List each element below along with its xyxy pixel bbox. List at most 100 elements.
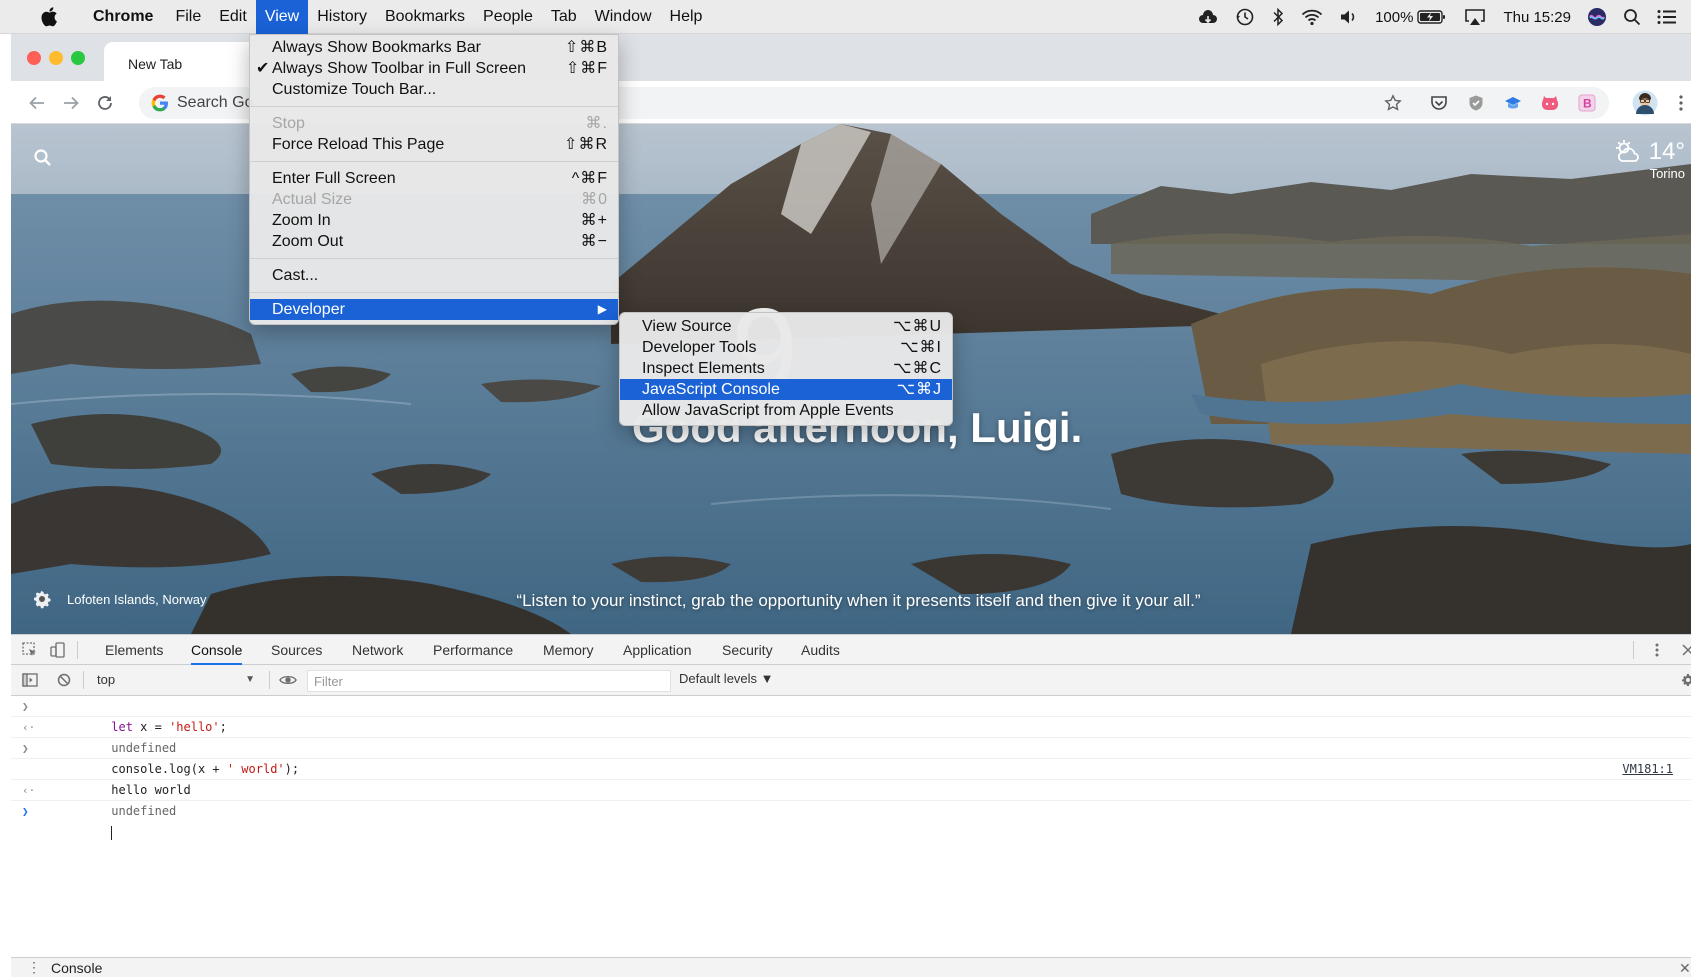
- wifi-icon[interactable]: [1293, 0, 1331, 34]
- profile-avatar-icon[interactable]: [1632, 90, 1658, 116]
- console-output[interactable]: ❯ let x = 'hello'; ‹· undefined ❯ console.l…: [11, 696, 1691, 958]
- device-toolbar-icon[interactable]: [49, 641, 67, 659]
- input-prompt-icon: ❯: [22, 805, 29, 818]
- tab-application[interactable]: Application: [623, 635, 692, 665]
- inspect-element-icon[interactable]: [21, 641, 39, 659]
- clear-console-icon[interactable]: [55, 671, 73, 689]
- menu-item-label: Always Show Bookmarks Bar: [272, 39, 481, 56]
- filter-placeholder: Filter: [314, 674, 343, 689]
- graduation-extension-icon[interactable]: [1503, 93, 1523, 113]
- devtools-close-icon[interactable]: [1679, 641, 1691, 659]
- menu-bookmarks[interactable]: Bookmarks: [376, 0, 474, 34]
- tab-title: New Tab: [128, 56, 183, 72]
- drawer-close-icon[interactable]: ✕: [1679, 960, 1691, 977]
- menu-app-name[interactable]: Chrome: [84, 0, 162, 34]
- tab-security[interactable]: Security: [722, 635, 773, 665]
- tab-elements[interactable]: Elements: [105, 635, 163, 665]
- close-window-button[interactable]: [27, 51, 41, 65]
- console-filter-input[interactable]: Filter: [307, 670, 671, 692]
- menu-item-enter-full-screen[interactable]: Enter Full Screen ^⌘F: [250, 168, 618, 189]
- menu-window[interactable]: Window: [586, 0, 661, 34]
- tab-audits[interactable]: Audits: [801, 635, 840, 665]
- google-g-icon: [151, 94, 168, 112]
- search-icon[interactable]: [33, 148, 55, 170]
- console-settings-gear-icon[interactable]: [1679, 671, 1691, 689]
- menu-item-always-show-bookmarks-bar[interactable]: Always Show Bookmarks Bar ⇧⌘B: [250, 37, 618, 58]
- cloud-sync-icon[interactable]: [1189, 0, 1227, 34]
- tab-network[interactable]: Network: [352, 635, 403, 665]
- context-selector[interactable]: top ▼: [91, 670, 261, 690]
- spotlight-search-icon[interactable]: [1615, 0, 1649, 34]
- b-extension-icon[interactable]: B: [1577, 93, 1597, 113]
- text-caret: [111, 825, 113, 840]
- menu-item-inspect-elements[interactable]: Inspect Elements ⌥⌘C: [620, 358, 952, 379]
- menu-item-force-reload[interactable]: Force Reload This Page ⇧⌘R: [250, 134, 618, 155]
- apple-icon[interactable]: [36, 5, 62, 29]
- menu-file[interactable]: File: [166, 0, 210, 34]
- devtools-more-icon[interactable]: [1648, 641, 1666, 659]
- octocat-extension-icon[interactable]: [1540, 93, 1560, 113]
- arrow-right-icon: [64, 96, 79, 110]
- battery-status[interactable]: 100%: [1367, 0, 1455, 34]
- time-machine-icon[interactable]: [1227, 0, 1263, 34]
- log-source-link[interactable]: VM181:1: [1622, 759, 1673, 780]
- reload-button[interactable]: [93, 91, 117, 115]
- menu-item-javascript-console[interactable]: JavaScript Console ⌥⌘J: [620, 379, 952, 400]
- daily-quote: “Listen to your instinct, grab the oppor…: [516, 591, 1201, 610]
- chrome-menu-icon[interactable]: [1671, 93, 1691, 113]
- back-button[interactable]: [25, 91, 49, 115]
- console-prompt-line[interactable]: ❯: [11, 801, 1691, 840]
- tab-performance[interactable]: Performance: [433, 635, 513, 665]
- menu-item-label: Developer: [272, 301, 345, 318]
- devtools-panel: Elements Console Sources Network Perform…: [11, 634, 1691, 977]
- menubar-clock[interactable]: Thu 15:29: [1495, 0, 1579, 34]
- bookmark-star-icon[interactable]: [1383, 93, 1403, 113]
- tab-memory[interactable]: Memory: [543, 635, 594, 665]
- menu-item-developer[interactable]: Developer ▶: [250, 299, 618, 320]
- tab-sources[interactable]: Sources: [271, 635, 322, 665]
- live-expression-eye-icon[interactable]: [279, 671, 297, 689]
- shield-extension-icon[interactable]: [1466, 93, 1486, 113]
- menu-item-zoom-out[interactable]: Zoom Out ⌘−: [250, 231, 618, 252]
- notification-center-icon[interactable]: [1649, 0, 1691, 34]
- toolbar-divider-right: [1633, 641, 1634, 659]
- menu-people[interactable]: People: [474, 0, 542, 34]
- weather-widget[interactable]: 14° Torino: [1613, 138, 1685, 181]
- bluetooth-icon[interactable]: [1263, 0, 1293, 34]
- input-prompt-icon: ❯: [22, 742, 29, 755]
- submenu-arrow-icon: ▶: [597, 302, 608, 316]
- pocket-extension-icon[interactable]: [1429, 93, 1449, 113]
- menu-item-always-show-toolbar[interactable]: ✔ Always Show Toolbar in Full Screen ⇧⌘F: [250, 58, 618, 79]
- menu-tab[interactable]: Tab: [542, 0, 586, 34]
- menu-item-developer-tools[interactable]: Developer Tools ⌥⌘I: [620, 337, 952, 358]
- minimize-window-button[interactable]: [49, 51, 63, 65]
- menu-item-shortcut: ⇧⌘B: [564, 39, 608, 56]
- airplay-icon[interactable]: [1455, 0, 1495, 34]
- checkmark-icon: ✔: [256, 60, 270, 77]
- menu-view[interactable]: View: [255, 0, 309, 34]
- drawer-more-icon[interactable]: ⋮: [27, 959, 41, 976]
- menu-item-allow-javascript-apple-events[interactable]: Allow JavaScript from Apple Events: [620, 400, 952, 421]
- menu-item-shortcut: ⌥⌘C: [893, 360, 942, 377]
- console-filter-bar: top ▼ Filter Default levels ▼: [11, 665, 1691, 696]
- weather-city: Torino: [1649, 166, 1685, 181]
- tab-console[interactable]: Console: [191, 635, 243, 665]
- menu-history[interactable]: History: [308, 0, 376, 34]
- console-result-line: ‹· undefined: [11, 717, 1691, 755]
- menu-item-customize-touch-bar[interactable]: Customize Touch Bar...: [250, 79, 618, 100]
- menu-help[interactable]: Help: [661, 0, 712, 34]
- zoom-window-button[interactable]: [71, 51, 85, 65]
- menu-item-zoom-in[interactable]: Zoom In ⌘+: [250, 210, 618, 231]
- siri-icon[interactable]: [1579, 0, 1615, 34]
- menu-item-cast[interactable]: Cast...: [250, 265, 618, 286]
- drawer-tab-console[interactable]: Console: [51, 960, 102, 976]
- menu-edit[interactable]: Edit: [210, 0, 256, 34]
- menu-item-actual-size: Actual Size ⌘0: [250, 189, 618, 210]
- volume-icon[interactable]: [1331, 0, 1367, 34]
- menu-item-shortcut: ⌥⌘I: [900, 339, 942, 356]
- forward-button[interactable]: [59, 91, 83, 115]
- menu-item-view-source[interactable]: View Source ⌥⌘U: [620, 316, 952, 337]
- console-sidebar-icon[interactable]: [21, 671, 39, 689]
- log-levels-dropdown[interactable]: Default levels ▼: [679, 671, 774, 686]
- menu-separator: [250, 106, 618, 107]
